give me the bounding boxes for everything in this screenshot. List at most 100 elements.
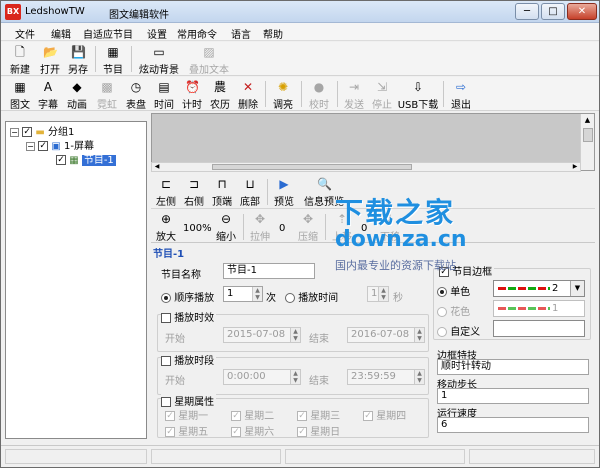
stretch-button[interactable]: ✥ 拉伸: [247, 212, 273, 243]
exit-button[interactable]: ⇨ 退出: [447, 80, 475, 111]
minimize-button[interactable]: ─: [515, 3, 539, 20]
single-color-radio[interactable]: [437, 287, 447, 297]
spinner-arrows-icon[interactable]: ▲ ▼: [378, 287, 388, 301]
menu-language[interactable]: 语言: [231, 26, 251, 41]
menu-settings[interactable]: 设置: [147, 26, 167, 41]
border-effect-select[interactable]: 顺时针转动: [437, 359, 589, 375]
spinner-arrows-icon[interactable]: ▲ ▼: [290, 328, 300, 342]
single-color-option[interactable]: 单色: [437, 283, 470, 298]
maximize-button[interactable]: □: [541, 3, 565, 20]
thursday-checkbox[interactable]: ✓: [363, 411, 373, 421]
time-period-toggle[interactable]: 播放时段: [161, 352, 217, 367]
timer-button[interactable]: ⏰ 计时: [179, 80, 205, 111]
preview-vertical-scrollbar[interactable]: ▲: [580, 114, 594, 170]
dynamic-background-button[interactable]: ▭ 炫动背景: [135, 45, 183, 76]
save-as-button[interactable]: 💾 另存: [65, 45, 91, 76]
align-right-button[interactable]: ⊐ 右侧: [181, 177, 207, 208]
date-effect-checkbox[interactable]: [161, 313, 171, 323]
scroll-left-icon[interactable]: ◀: [152, 163, 162, 171]
start-date-input[interactable]: 2015-07-08 ▲ ▼: [223, 327, 301, 343]
weekday-tuesday[interactable]: ✓ 星期二: [231, 407, 274, 422]
weekday-saturday[interactable]: ✓ 星期六: [231, 423, 274, 438]
close-button[interactable]: ✕: [567, 3, 597, 20]
subtitle-button[interactable]: A 字幕: [35, 80, 61, 111]
sequential-play-radio[interactable]: [161, 293, 171, 303]
play-time-radio[interactable]: [285, 293, 295, 303]
time-button[interactable]: ▤ 时间: [151, 80, 177, 111]
zoom-out-button[interactable]: ⊖ 缩小: [213, 212, 239, 243]
menu-adaptive-program[interactable]: 自适应节目: [83, 26, 133, 41]
weekday-wednesday[interactable]: ✓ 星期三: [297, 407, 340, 422]
align-top-button[interactable]: ⊓ 顶端: [209, 177, 235, 208]
run-speed-input[interactable]: 6: [437, 417, 589, 433]
end-date-input[interactable]: 2016-07-08 ▲ ▼: [347, 327, 425, 343]
neon-button[interactable]: ▩ 霓虹: [93, 80, 121, 111]
program-button[interactable]: ▦ 节目: [99, 45, 127, 76]
custom-border-radio[interactable]: [437, 327, 447, 337]
date-effect-toggle[interactable]: 播放时效: [161, 309, 217, 324]
spinner-arrows-icon[interactable]: ▲ ▼: [252, 287, 262, 301]
time-period-checkbox[interactable]: [161, 356, 171, 366]
brightness-button[interactable]: ✺ 调亮: [269, 80, 297, 111]
screen-checkbox[interactable]: ✓: [38, 141, 49, 151]
collapse-icon[interactable]: −: [26, 141, 35, 151]
scroll-up-icon[interactable]: ▲: [582, 116, 593, 126]
play-time-option[interactable]: 播放时间: [285, 289, 338, 304]
program-name-input[interactable]: 节目-1: [223, 263, 315, 279]
tree-node-screen[interactable]: − ✓ ▣ 1-屏幕: [26, 140, 94, 153]
lunar-calendar-button[interactable]: 農农历: [207, 80, 233, 111]
week-attributes-checkbox[interactable]: [161, 397, 171, 407]
send-button[interactable]: ⇥ 发送: [341, 80, 367, 111]
menu-file[interactable]: 文件: [15, 26, 35, 41]
custom-border-option[interactable]: 自定义: [437, 323, 480, 338]
menu-edit[interactable]: 编辑: [51, 26, 71, 41]
flower-color-option[interactable]: 花色: [437, 303, 470, 318]
animation-button[interactable]: ◆ 动画: [63, 80, 91, 111]
play-count-spinner[interactable]: 1 ▲ ▼: [223, 286, 263, 302]
new-button[interactable]: 🗋 新建: [7, 45, 33, 76]
flower-color-radio[interactable]: [437, 307, 447, 317]
scroll-right-icon[interactable]: ▶: [570, 163, 580, 171]
delete-button[interactable]: ✕ 删除: [235, 80, 261, 111]
preview-horizontal-scrollbar[interactable]: ◀ ▶: [151, 162, 581, 172]
weekday-monday[interactable]: ✓ 星期一: [165, 407, 208, 422]
usb-download-button[interactable]: ⇩ USB下载: [397, 80, 439, 111]
friday-checkbox[interactable]: ✓: [165, 427, 175, 437]
play-time-spinner[interactable]: 1 ▲ ▼: [367, 286, 389, 302]
sync-time-button[interactable]: ● 校时: [305, 80, 333, 111]
flower-border-select[interactable]: 1: [493, 300, 585, 317]
compress-button[interactable]: ✥ 压缩: [295, 212, 321, 243]
stop-button[interactable]: ⇲ 停止: [369, 80, 395, 111]
monday-checkbox[interactable]: ✓: [165, 411, 175, 421]
zoom-in-button[interactable]: ⊕ 放大: [153, 212, 179, 243]
graphic-text-button[interactable]: ▦ 图文: [7, 80, 33, 111]
spinner-arrows-icon[interactable]: ▲ ▼: [414, 328, 424, 342]
spinner-arrows-icon[interactable]: ▲ ▼: [414, 370, 424, 384]
end-time-input[interactable]: 23:59:59 ▲ ▼: [347, 369, 425, 385]
align-left-button[interactable]: ⊏ 左侧: [153, 177, 179, 208]
single-color-border-select[interactable]: 2 ▼: [493, 280, 585, 297]
group-checkbox[interactable]: ✓: [22, 127, 33, 137]
start-time-input[interactable]: 0:00:00 ▲ ▼: [223, 369, 301, 385]
tuesday-checkbox[interactable]: ✓: [231, 411, 241, 421]
horizontal-scroll-thumb[interactable]: [212, 164, 412, 170]
preview-button[interactable]: ▶ 预览: [271, 177, 297, 208]
week-attributes-toggle[interactable]: 星期属性: [161, 393, 217, 408]
wednesday-checkbox[interactable]: ✓: [297, 411, 307, 421]
saturday-checkbox[interactable]: ✓: [231, 427, 241, 437]
chevron-down-icon[interactable]: ▼: [570, 281, 584, 296]
tree-node-group[interactable]: − ✓ ▬ 分组1: [10, 126, 74, 139]
menu-help[interactable]: 帮助: [263, 26, 283, 41]
weekday-thursday[interactable]: ✓ 星期四: [363, 407, 406, 422]
open-button[interactable]: 📂 打开: [37, 45, 63, 76]
weekday-friday[interactable]: ✓ 星期五: [165, 423, 208, 438]
move-step-input[interactable]: 1: [437, 388, 589, 404]
collapse-icon[interactable]: −: [10, 127, 19, 137]
vertical-scroll-thumb[interactable]: [583, 128, 593, 142]
menu-common-commands[interactable]: 常用命令: [177, 26, 217, 41]
custom-border-box[interactable]: [493, 320, 585, 337]
tree-node-program[interactable]: ✓ ▦ 节目-1: [56, 154, 116, 167]
sunday-checkbox[interactable]: ✓: [297, 427, 307, 437]
spinner-arrows-icon[interactable]: ▲ ▼: [290, 370, 300, 384]
overlay-text-button[interactable]: ▨ 叠加文本: [185, 45, 233, 76]
